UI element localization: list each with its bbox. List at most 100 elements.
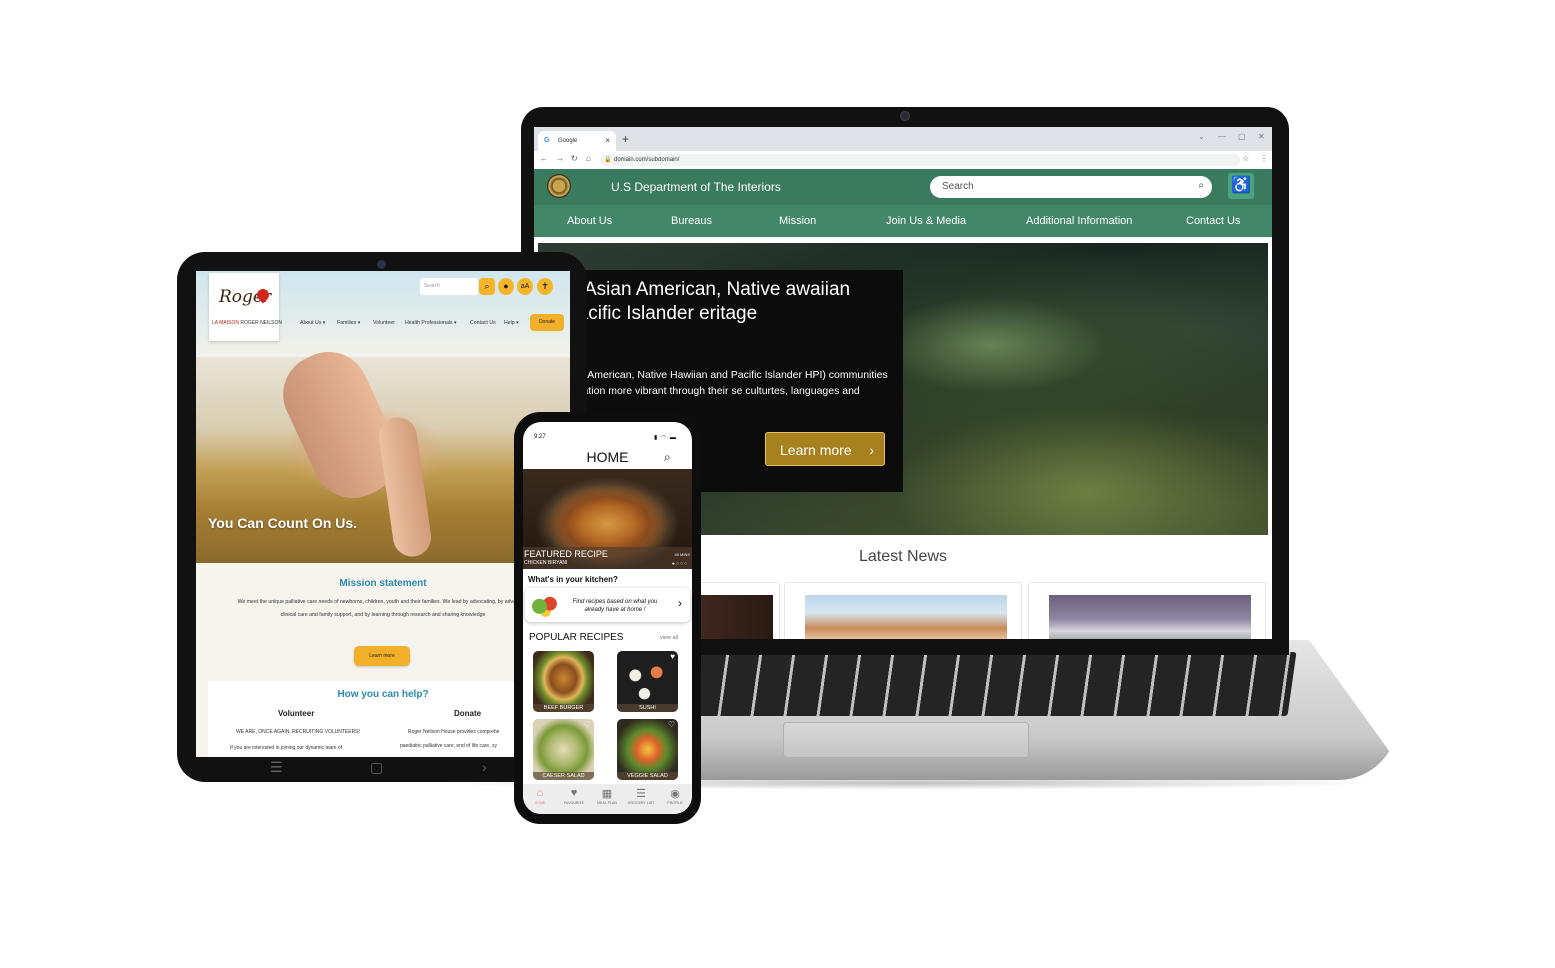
- text-size-icon[interactable]: aA: [517, 278, 533, 295]
- back-icon[interactable]: ←: [540, 154, 548, 163]
- tab-label: GROCERY LIST: [627, 801, 655, 805]
- bookmark-star-icon[interactable]: ☆: [1242, 154, 1249, 163]
- url-field[interactable]: 🔒 domain.com/subdomain/: [600, 154, 1240, 166]
- back-icon[interactable]: ›: [482, 759, 487, 775]
- browser-tab-bar: G Google × + ⌄ — ▢ ✕: [534, 127, 1272, 151]
- learn-more-button[interactable]: Learn more: [354, 646, 410, 666]
- nav-contact-us[interactable]: Contact Us: [470, 320, 496, 326]
- nav-about-us[interactable]: About Us: [567, 215, 612, 227]
- tab-favourite[interactable]: ♥ FAVOURITE: [557, 787, 591, 805]
- tablet-search-input[interactable]: Search: [420, 278, 478, 295]
- site-search-input[interactable]: Search ⌕: [930, 176, 1212, 198]
- home-icon: ⌂: [536, 787, 544, 799]
- recipe-tile[interactable]: ♡ CAESER SALAD: [533, 719, 594, 780]
- search-placeholder: Search: [942, 181, 974, 192]
- logo-caption: LA MAISON ROGER NEILSON: [212, 320, 283, 326]
- home-button-icon[interactable]: ▢: [370, 759, 383, 776]
- accessibility-icon[interactable]: ♿: [1228, 173, 1254, 199]
- donate-button[interactable]: Donate: [530, 314, 564, 331]
- hero-arm-child: [376, 415, 434, 559]
- tab-label: FAVOURITE: [563, 801, 585, 805]
- nav-join-us-media[interactable]: Join Us & Media: [886, 215, 966, 227]
- site-header: U.S Department of The Interiors Search ⌕…: [534, 169, 1272, 205]
- hero-description: Asian North American, Native Hawiian and…: [538, 369, 888, 412]
- accessibility-icon[interactable]: ✝: [537, 278, 553, 295]
- recipe-label: VEGGIE SALAD: [617, 772, 678, 780]
- nav-families[interactable]: Families ▾: [337, 320, 360, 326]
- featured-recipe-name: CHICKEN BIRYANI: [524, 560, 568, 566]
- popular-recipes-title: POPULAR RECIPES: [529, 632, 624, 643]
- menu-icon[interactable]: ☰: [270, 759, 283, 776]
- tab-profile[interactable]: ◉ PROFILE: [658, 787, 692, 805]
- kitchen-card-text: Find recipes based on what you already h…: [572, 599, 658, 613]
- laptop-trackpad: [783, 722, 1029, 758]
- tab-grocery-list[interactable]: ☰ GROCERY LIST: [624, 787, 658, 805]
- chevron-right-icon: ›: [678, 596, 682, 610]
- nav-additional-information[interactable]: Additional Information: [1026, 215, 1132, 227]
- address-bar: ← → ↻ ⌂ 🔒 domain.com/subdomain/ ☆ ⋮: [534, 151, 1272, 170]
- recipe-tile[interactable]: ♡ VEGGIE SALAD: [617, 719, 678, 780]
- chevron-right-icon: ›: [869, 442, 874, 458]
- search-icon[interactable]: ⌕: [664, 450, 671, 465]
- nav-bureaus[interactable]: Bureaus: [671, 215, 712, 227]
- user-icon[interactable]: ●: [498, 278, 514, 295]
- featured-recipe-caption: FEATURED RECIPE CHICKEN BIRYANI 45 MINS …: [523, 547, 692, 569]
- news-card[interactable]: [1028, 582, 1266, 639]
- kitchen-title: What's in your kitchen?: [528, 575, 618, 584]
- carousel-dots[interactable]: ●○○○: [672, 561, 688, 567]
- close-window-icon[interactable]: ✕: [1258, 132, 1265, 141]
- featured-recipe-card[interactable]: FEATURED RECIPE CHICKEN BIRYANI 45 MINS …: [523, 469, 692, 569]
- heart-icon[interactable]: ♡: [584, 720, 591, 729]
- browser-menu-icon[interactable]: ⋮: [1260, 154, 1268, 163]
- news-card[interactable]: [784, 582, 1022, 639]
- recipe-tile[interactable]: BEEF BURGER: [533, 651, 594, 712]
- chevron-down-icon[interactable]: ⌄: [1198, 132, 1205, 141]
- learn-more-label: Learn more: [780, 442, 852, 458]
- maison-roger-neilson-logo[interactable]: Roger LA MAISON ROGER NEILSON: [209, 273, 283, 341]
- site-title[interactable]: U.S Department of The Interiors: [611, 180, 781, 194]
- lock-icon: 🔒: [604, 157, 612, 163]
- tablet-camera: [377, 260, 386, 269]
- close-tab-icon[interactable]: ×: [605, 136, 610, 145]
- tab-home[interactable]: ⌂ HOME: [523, 787, 557, 805]
- tab-label: HOME: [534, 801, 546, 805]
- featured-recipe-time: 45 MINS: [674, 552, 690, 557]
- tab-meal-plan[interactable]: ▦ MEAL PLAN: [590, 787, 624, 805]
- profile-icon: ◉: [670, 788, 680, 800]
- browser-tab[interactable]: G Google ×: [538, 131, 616, 151]
- heart-icon[interactable]: ♡: [668, 720, 675, 729]
- nav-contact-us[interactable]: Contact Us: [1186, 215, 1240, 227]
- new-tab-icon[interactable]: +: [622, 132, 629, 146]
- minimize-icon[interactable]: —: [1218, 132, 1226, 141]
- heart-icon: ♥: [570, 787, 578, 799]
- google-icon: G: [544, 137, 550, 144]
- nav-health-professionals[interactable]: Health Professionals ▾: [405, 320, 457, 326]
- vegetables-image: [529, 592, 559, 618]
- nav-volunteer[interactable]: Volunteer: [373, 320, 395, 326]
- volunteer-line-2: If you are interested in joining our dyn…: [230, 745, 343, 751]
- department-seal-logo[interactable]: [547, 174, 571, 198]
- nav-help[interactable]: Help ▾: [504, 320, 519, 326]
- maximize-icon[interactable]: ▢: [1238, 132, 1246, 141]
- mission-text: We meet the unique palliative care needs…: [237, 599, 529, 618]
- calendar-icon: ▦: [601, 788, 613, 800]
- nav-mission[interactable]: Mission: [779, 215, 816, 227]
- hero-title: xplore Asian American, Native awaiian an…: [538, 279, 851, 324]
- search-icon[interactable]: ⌕: [479, 278, 495, 295]
- url-text: domain.com/subdomain/: [614, 157, 680, 163]
- forward-icon[interactable]: →: [556, 154, 564, 163]
- kitchen-card[interactable]: Find recipes based on what you already h…: [525, 588, 690, 622]
- tab-label: PROFILE: [667, 801, 683, 805]
- reload-icon[interactable]: ↻: [571, 154, 578, 163]
- view-all-link[interactable]: view all: [660, 635, 678, 641]
- phone-screen: 9:27 ▮ ◠ ▬ HOME ⌕ FEATURED RECIPE CHICKE…: [523, 422, 692, 814]
- search-icon[interactable]: ⌕: [1198, 180, 1204, 191]
- volunteer-line-1: WE ARE, ONCE AGAIN, RECRUITING VOLUNTEER…: [236, 729, 360, 735]
- hero-tagline: You Can Count On Us.: [208, 515, 358, 531]
- nav-about-us[interactable]: About Us ▾: [300, 320, 325, 326]
- heart-icon[interactable]: ♥: [670, 652, 675, 661]
- laptop-camera: [900, 111, 910, 121]
- learn-more-button[interactable]: Learn more ›: [765, 432, 885, 466]
- recipe-tile[interactable]: ♥ SUSHI: [617, 651, 678, 712]
- home-icon[interactable]: ⌂: [586, 154, 591, 163]
